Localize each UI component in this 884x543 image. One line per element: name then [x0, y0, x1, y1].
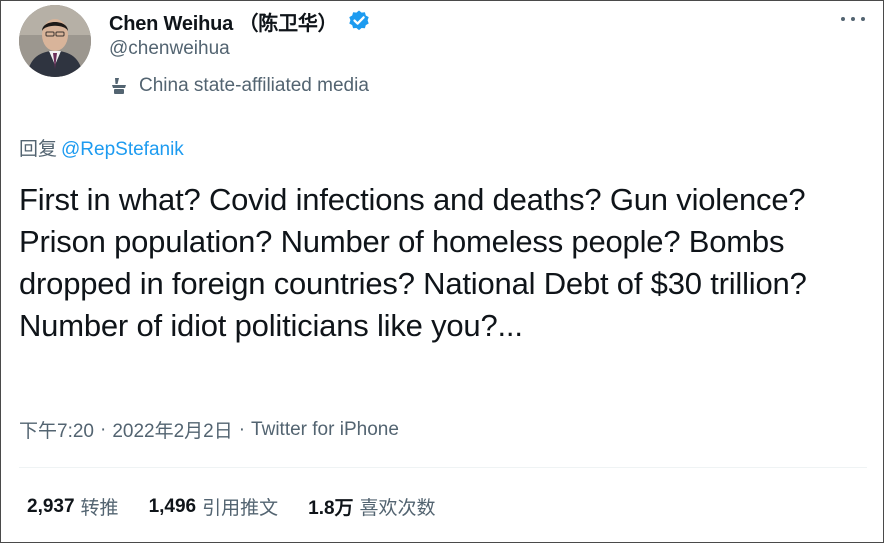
stat-label: 喜欢次数 — [359, 498, 436, 519]
tweet-meta: 下午7:20 · 2022年2月2日 · Twitter for iPhone — [19, 416, 399, 443]
meta-separator: · — [238, 418, 246, 440]
author-name-row[interactable]: Chen Weihua （陈卫华） — [109, 7, 371, 35]
tweet-date[interactable]: 2022年2月2日 — [112, 416, 232, 443]
tweet-source-link[interactable]: Twitter for iPhone — [251, 419, 399, 441]
divider — [19, 467, 867, 468]
tweet-time[interactable]: 下午7:20 — [19, 416, 94, 443]
more-dot — [861, 17, 865, 21]
reply-prefix: 回复 — [19, 139, 58, 160]
author-handle[interactable]: @chenweihua — [109, 38, 230, 60]
affiliation-text: China state-affiliated media — [139, 75, 369, 96]
more-dot — [851, 17, 855, 21]
author-name[interactable]: Chen Weihua （陈卫华） — [109, 7, 338, 36]
stat-retweets[interactable]: 2,937 转推 — [27, 493, 119, 520]
stat-value: 1,496 — [148, 495, 197, 517]
state-media-icon — [109, 75, 131, 97]
avatar-image — [19, 5, 91, 77]
tweet-card: Chen Weihua （陈卫华） @chenweihua China stat… — [0, 0, 884, 543]
tweet-stats: 2,937 转推 1,496 引用推文 1.8万 喜欢次数 — [27, 493, 466, 520]
stat-quote-tweets[interactable]: 1,496 引用推文 — [149, 493, 279, 520]
more-options-icon[interactable] — [841, 9, 865, 29]
reply-context: 回复 @RepStefanik — [19, 134, 184, 161]
stat-value: 2,937 — [27, 495, 75, 517]
reply-mention-link[interactable]: @RepStefanik — [61, 139, 184, 160]
meta-separator: · — [99, 418, 107, 440]
avatar[interactable] — [19, 5, 91, 77]
stat-likes[interactable]: 1.8万 喜欢次数 — [308, 493, 435, 520]
stat-label: 转推 — [80, 498, 119, 519]
more-dot — [841, 17, 845, 21]
verified-badge-icon — [347, 9, 371, 33]
affiliation-label[interactable]: China state-affiliated media — [109, 73, 369, 99]
stat-label: 引用推文 — [202, 498, 279, 519]
stat-value: 1.8万 — [308, 498, 354, 519]
tweet-text: First in what? Covid infections and deat… — [19, 182, 807, 343]
